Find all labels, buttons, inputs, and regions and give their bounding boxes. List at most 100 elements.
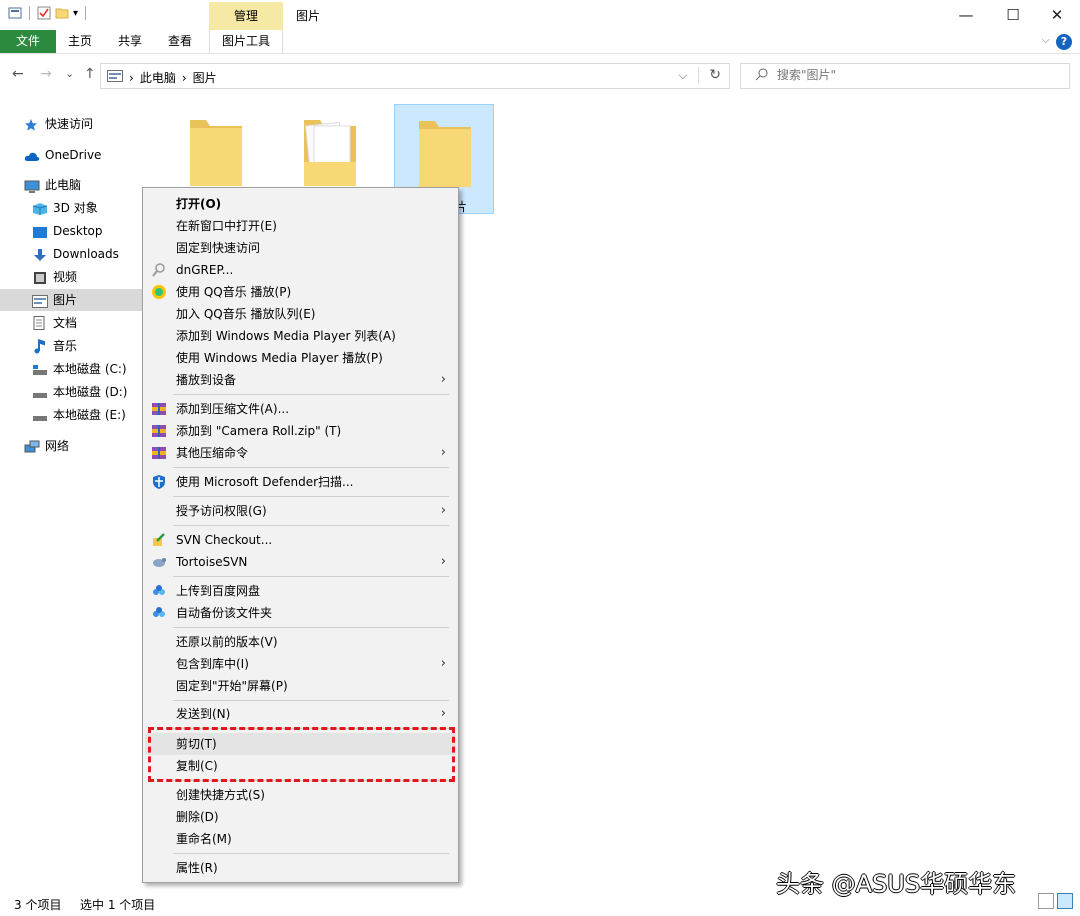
- window-title: 图片: [296, 9, 321, 23]
- tab-picture-tools[interactable]: 图片工具: [209, 30, 283, 53]
- sidebar-item-label: 网络: [45, 439, 70, 453]
- menu-item-defender-scan[interactable]: 使用 Microsoft Defender扫描...: [145, 471, 456, 493]
- sidebar-item-quick-access[interactable]: 快速访问: [24, 113, 93, 135]
- menu-item-label: 添加到 "Camera Roll.zip" (T): [176, 424, 342, 438]
- menu-item-open[interactable]: 打开(O): [145, 193, 456, 215]
- tab-file[interactable]: 文件: [0, 30, 56, 53]
- highlight-annotation-box: [148, 727, 455, 782]
- sidebar-item-downloads[interactable]: Downloads: [32, 243, 119, 265]
- sidebar-item-onedrive[interactable]: OneDrive: [24, 144, 101, 166]
- breadcrumb-separator: ›: [129, 70, 134, 85]
- sidebar-item-3d-objects[interactable]: 3D 对象: [32, 197, 98, 219]
- pictures-location-icon: [107, 70, 123, 85]
- menu-item-wmp-add-list[interactable]: 添加到 Windows Media Player 列表(A): [145, 325, 456, 347]
- menu-item-other-compress[interactable]: 其他压缩命令 ›: [145, 442, 456, 464]
- properties-icon[interactable]: [37, 6, 51, 20]
- menu-item-label: 上传到百度网盘: [176, 584, 261, 598]
- menu-item-pin-quick-access[interactable]: 固定到快速访问: [145, 237, 456, 259]
- sidebar-item-drive-e[interactable]: 本地磁盘 (E:): [32, 404, 126, 426]
- menu-item-label: TortoiseSVN: [176, 555, 248, 569]
- sidebar-item-label: 本地磁盘 (E:): [53, 408, 126, 422]
- menu-item-include-in-library[interactable]: 包含到库中(I) ›: [145, 653, 456, 675]
- drive-icon: [32, 408, 48, 421]
- search-box[interactable]: [740, 63, 1070, 89]
- menu-item-open-new-window[interactable]: 在新窗口中打开(E): [145, 215, 456, 237]
- sidebar-item-drive-c[interactable]: 本地磁盘 (C:): [32, 358, 127, 380]
- menu-item-rename[interactable]: 重命名(M): [145, 828, 456, 850]
- minimize-button[interactable]: —: [943, 2, 989, 28]
- submenu-arrow-icon: ›: [440, 372, 446, 387]
- title-bar: ▾ 管理 图片 — ☐ ✕: [0, 0, 1080, 30]
- menu-item-restore-previous[interactable]: 还原以前的版本(V): [145, 631, 456, 653]
- dngrep-icon: [151, 262, 167, 278]
- video-icon: [32, 270, 48, 284]
- details-view-icon[interactable]: [1038, 893, 1054, 909]
- menu-item-dngrep[interactable]: dnGREP...: [145, 259, 456, 281]
- folder-icon: [304, 120, 356, 186]
- tab-manage[interactable]: 管理: [209, 2, 283, 30]
- menu-item-wmp-play[interactable]: 使用 Windows Media Player 播放(P): [145, 347, 456, 369]
- sidebar-item-label: 图片: [53, 293, 78, 307]
- sidebar-item-documents[interactable]: 文档: [32, 312, 77, 334]
- sidebar-item-label: Downloads: [53, 247, 119, 261]
- breadcrumb-this-pc[interactable]: 此电脑: [140, 69, 176, 86]
- selection-count: 选中 1 个项目: [80, 898, 156, 912]
- toolbar-divider: [85, 6, 87, 20]
- quick-access-toolbar: ▾: [8, 6, 89, 20]
- address-dropdown-icon[interactable]: ⌵: [679, 69, 687, 83]
- sidebar-item-label: 快速访问: [45, 117, 94, 131]
- menu-item-upload-baidu[interactable]: 上传到百度网盘: [145, 580, 456, 602]
- sidebar-item-label: Desktop: [53, 224, 103, 238]
- menu-item-pin-start[interactable]: 固定到"开始"屏幕(P): [145, 675, 456, 697]
- sidebar-item-drive-d[interactable]: 本地磁盘 (D:): [32, 381, 127, 403]
- sidebar-item-videos[interactable]: 视频: [32, 266, 77, 288]
- menu-item-send-to[interactable]: 发送到(N) ›: [145, 703, 456, 725]
- back-button[interactable]: ←: [12, 66, 24, 82]
- sidebar-item-this-pc[interactable]: 此电脑: [24, 174, 81, 196]
- menu-item-add-to-zip[interactable]: 添加到 "Camera Roll.zip" (T): [145, 420, 456, 442]
- menu-item-grant-access[interactable]: 授予访问权限(G) ›: [145, 500, 456, 522]
- menu-item-label: 使用 QQ音乐 播放(P): [176, 285, 292, 299]
- menu-separator: [173, 853, 449, 854]
- menu-item-add-to-archive[interactable]: 添加到压缩文件(A)...: [145, 398, 456, 420]
- menu-item-svn-checkout[interactable]: SVN Checkout...: [145, 529, 456, 551]
- window-icon: [8, 6, 22, 20]
- menu-item-label: SVN Checkout...: [176, 533, 273, 547]
- refresh-icon[interactable]: ↻: [698, 67, 721, 83]
- qq-music-icon: [151, 284, 167, 300]
- svn-checkout-icon: [151, 532, 167, 548]
- new-folder-icon[interactable]: [55, 6, 69, 20]
- menu-item-label: 其他压缩命令: [176, 446, 249, 460]
- customize-qat-icon[interactable]: ▾: [73, 8, 78, 19]
- menu-item-qq-music-play[interactable]: 使用 QQ音乐 播放(P): [145, 281, 456, 303]
- forward-button[interactable]: →: [40, 66, 52, 82]
- search-input[interactable]: [777, 68, 1057, 82]
- sidebar-item-pictures[interactable]: 图片: [0, 289, 150, 311]
- menu-item-cast-to-device[interactable]: 播放到设备 ›: [145, 369, 456, 391]
- tab-share[interactable]: 共享: [110, 30, 150, 53]
- sidebar-item-network[interactable]: 网络: [24, 435, 69, 457]
- menu-item-tortoisesvn[interactable]: TortoiseSVN ›: [145, 551, 456, 573]
- maximize-button[interactable]: ☐: [990, 2, 1036, 28]
- menu-item-auto-backup[interactable]: 自动备份该文件夹: [145, 602, 456, 624]
- menu-item-create-shortcut[interactable]: 创建快捷方式(S): [145, 784, 456, 806]
- recent-locations-button[interactable]: ⌄: [65, 67, 74, 80]
- tab-view[interactable]: 查看: [160, 30, 200, 53]
- help-icon[interactable]: ?: [1056, 34, 1072, 50]
- document-icon: [32, 316, 48, 330]
- sidebar-item-desktop[interactable]: Desktop: [32, 220, 103, 242]
- up-button[interactable]: ↑: [84, 66, 96, 82]
- menu-item-delete[interactable]: 删除(D): [145, 806, 456, 828]
- view-toggle: [1038, 893, 1073, 909]
- sidebar-item-music[interactable]: 音乐: [32, 335, 77, 357]
- tab-home[interactable]: 主页: [60, 30, 100, 53]
- large-icons-view-icon[interactable]: [1057, 893, 1073, 909]
- winrar-icon: [151, 401, 167, 417]
- close-button[interactable]: ✕: [1034, 2, 1080, 28]
- address-bar[interactable]: › 此电脑 › 图片 ⌵ ↻: [100, 63, 730, 89]
- desktop-icon: [32, 224, 48, 238]
- menu-item-properties[interactable]: 属性(R): [145, 857, 456, 879]
- expand-ribbon-icon[interactable]: ⌵: [1042, 33, 1050, 47]
- breadcrumb-pictures[interactable]: 图片: [193, 69, 217, 86]
- menu-item-qq-music-queue[interactable]: 加入 QQ音乐 播放队列(E): [145, 303, 456, 325]
